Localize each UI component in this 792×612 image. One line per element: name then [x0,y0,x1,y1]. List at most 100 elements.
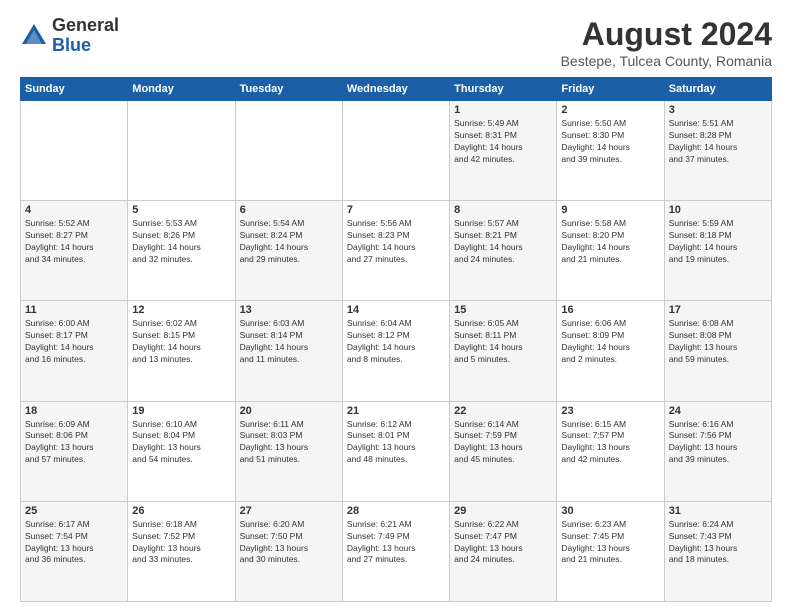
day-number: 22 [454,405,552,417]
table-row: 8 Sunrise: 5:57 AM Sunset: 8:21 PM Daylig… [450,201,557,301]
day-number: 11 [25,304,123,316]
header-tuesday: Tuesday [235,78,342,101]
table-row: 1 Sunrise: 5:49 AM Sunset: 8:31 PM Daylig… [450,101,557,201]
day-number: 14 [347,304,445,316]
table-row: 4 Sunrise: 5:52 AM Sunset: 8:27 PM Daylig… [21,201,128,301]
day-info: Sunrise: 6:18 AM Sunset: 7:52 PM Dayligh… [132,519,230,567]
header-saturday: Saturday [664,78,771,101]
table-row: 2Sunrise: 5:50 AM Sunset: 8:30 PM Daylig… [557,101,664,201]
title-block: August 2024 Bestepe, Tulcea County, Roma… [561,16,772,69]
table-row: 31Sunrise: 6:24 AM Sunset: 7:43 PM Dayli… [664,501,771,601]
header-monday: Monday [128,78,235,101]
table-row: 15Sunrise: 6:05 AM Sunset: 8:11 PM Dayli… [450,301,557,401]
day-number: 1 [454,104,552,116]
table-row: 10Sunrise: 5:59 AM Sunset: 8:18 PM Dayli… [664,201,771,301]
calendar-week-2: 4 Sunrise: 5:52 AM Sunset: 8:27 PM Daylig… [21,201,772,301]
logo-blue: Blue [52,35,91,55]
day-info: Sunrise: 6:09 AM Sunset: 8:06 PM Dayligh… [25,419,123,467]
header-sunday: Sunday [21,78,128,101]
day-number: 3 [669,104,767,116]
day-info: Sunrise: 5:52 AM Sunset: 8:27 PM Dayligh… [25,218,123,266]
calendar-week-3: 11 Sunrise: 6:00 AM Sunset: 8:17 PM Dayli… [21,301,772,401]
day-info: Sunrise: 6:00 AM Sunset: 8:17 PM Dayligh… [25,318,123,366]
day-info: Sunrise: 6:10 AM Sunset: 8:04 PM Dayligh… [132,419,230,467]
logo-text: General Blue [52,16,119,56]
day-info: Sunrise: 6:12 AM Sunset: 8:01 PM Dayligh… [347,419,445,467]
day-info: Sunrise: 5:56 AM Sunset: 8:23 PM Dayligh… [347,218,445,266]
table-row: 20 Sunrise: 6:11 AM Sunset: 8:03 PM Dayli… [235,401,342,501]
day-info: Sunrise: 5:59 AM Sunset: 8:18 PM Dayligh… [669,218,767,266]
table-row [128,101,235,201]
logo-general: General [52,15,119,35]
day-info: Sunrise: 5:51 AM Sunset: 8:28 PM Dayligh… [669,118,767,166]
table-row: 17Sunrise: 6:08 AM Sunset: 8:08 PM Dayli… [664,301,771,401]
table-row: 19 Sunrise: 6:10 AM Sunset: 8:04 PM Dayli… [128,401,235,501]
day-info: Sunrise: 6:03 AM Sunset: 8:14 PM Dayligh… [240,318,338,366]
day-number: 27 [240,505,338,517]
day-number: 18 [25,405,123,417]
day-number: 2 [561,104,659,116]
table-row [235,101,342,201]
table-row [21,101,128,201]
day-info: Sunrise: 6:16 AM Sunset: 7:56 PM Dayligh… [669,419,767,467]
day-info: Sunrise: 6:23 AM Sunset: 7:45 PM Dayligh… [561,519,659,567]
calendar-table: Sunday Monday Tuesday Wednesday Thursday… [20,77,772,602]
day-info: Sunrise: 6:11 AM Sunset: 8:03 PM Dayligh… [240,419,338,467]
day-info: Sunrise: 6:02 AM Sunset: 8:15 PM Dayligh… [132,318,230,366]
table-row: 28 Sunrise: 6:21 AM Sunset: 7:49 PM Dayli… [342,501,449,601]
day-info: Sunrise: 5:53 AM Sunset: 8:26 PM Dayligh… [132,218,230,266]
table-row: 3 Sunrise: 5:51 AM Sunset: 8:28 PM Daylig… [664,101,771,201]
day-info: Sunrise: 5:49 AM Sunset: 8:31 PM Dayligh… [454,118,552,166]
table-row: 9Sunrise: 5:58 AM Sunset: 8:20 PM Daylig… [557,201,664,301]
day-info: Sunrise: 6:21 AM Sunset: 7:49 PM Dayligh… [347,519,445,567]
header: General Blue August 2024 Bestepe, Tulcea… [20,16,772,69]
table-row: 13 Sunrise: 6:03 AM Sunset: 8:14 PM Dayli… [235,301,342,401]
calendar-week-4: 18 Sunrise: 6:09 AM Sunset: 8:06 PM Dayli… [21,401,772,501]
day-number: 12 [132,304,230,316]
day-info: Sunrise: 6:20 AM Sunset: 7:50 PM Dayligh… [240,519,338,567]
day-number: 21 [347,405,445,417]
table-row: 12 Sunrise: 6:02 AM Sunset: 8:15 PM Dayli… [128,301,235,401]
day-number: 23 [561,405,659,417]
calendar-week-5: 25 Sunrise: 6:17 AM Sunset: 7:54 PM Dayli… [21,501,772,601]
page: General Blue August 2024 Bestepe, Tulcea… [0,0,792,612]
table-row: 18 Sunrise: 6:09 AM Sunset: 8:06 PM Dayli… [21,401,128,501]
table-row: 23Sunrise: 6:15 AM Sunset: 7:57 PM Dayli… [557,401,664,501]
calendar-week-1: 1 Sunrise: 5:49 AM Sunset: 8:31 PM Daylig… [21,101,772,201]
day-number: 25 [25,505,123,517]
table-row: 29 Sunrise: 6:22 AM Sunset: 7:47 PM Dayli… [450,501,557,601]
logo-icon [20,22,48,50]
day-number: 9 [561,204,659,216]
day-number: 19 [132,405,230,417]
day-number: 28 [347,505,445,517]
day-info: Sunrise: 6:17 AM Sunset: 7:54 PM Dayligh… [25,519,123,567]
day-number: 16 [561,304,659,316]
day-number: 24 [669,405,767,417]
day-number: 4 [25,204,123,216]
day-number: 13 [240,304,338,316]
table-row: 24 Sunrise: 6:16 AM Sunset: 7:56 PM Dayli… [664,401,771,501]
day-info: Sunrise: 5:57 AM Sunset: 8:21 PM Dayligh… [454,218,552,266]
day-info: Sunrise: 6:24 AM Sunset: 7:43 PM Dayligh… [669,519,767,567]
header-friday: Friday [557,78,664,101]
day-number: 6 [240,204,338,216]
day-number: 20 [240,405,338,417]
day-number: 8 [454,204,552,216]
day-number: 5 [132,204,230,216]
day-number: 30 [561,505,659,517]
table-row: 16 Sunrise: 6:06 AM Sunset: 8:09 PM Dayli… [557,301,664,401]
day-info: Sunrise: 6:06 AM Sunset: 8:09 PM Dayligh… [561,318,659,366]
day-number: 29 [454,505,552,517]
table-row: 11 Sunrise: 6:00 AM Sunset: 8:17 PM Dayli… [21,301,128,401]
day-number: 17 [669,304,767,316]
day-number: 15 [454,304,552,316]
day-info: Sunrise: 6:22 AM Sunset: 7:47 PM Dayligh… [454,519,552,567]
table-row: 5 Sunrise: 5:53 AM Sunset: 8:26 PM Daylig… [128,201,235,301]
subtitle: Bestepe, Tulcea County, Romania [561,53,772,69]
day-info: Sunrise: 6:04 AM Sunset: 8:12 PM Dayligh… [347,318,445,366]
header-thursday: Thursday [450,78,557,101]
table-row: 14 Sunrise: 6:04 AM Sunset: 8:12 PM Dayli… [342,301,449,401]
table-row: 6Sunrise: 5:54 AM Sunset: 8:24 PM Daylig… [235,201,342,301]
table-row: 21 Sunrise: 6:12 AM Sunset: 8:01 PM Dayli… [342,401,449,501]
table-row: 26Sunrise: 6:18 AM Sunset: 7:52 PM Dayli… [128,501,235,601]
